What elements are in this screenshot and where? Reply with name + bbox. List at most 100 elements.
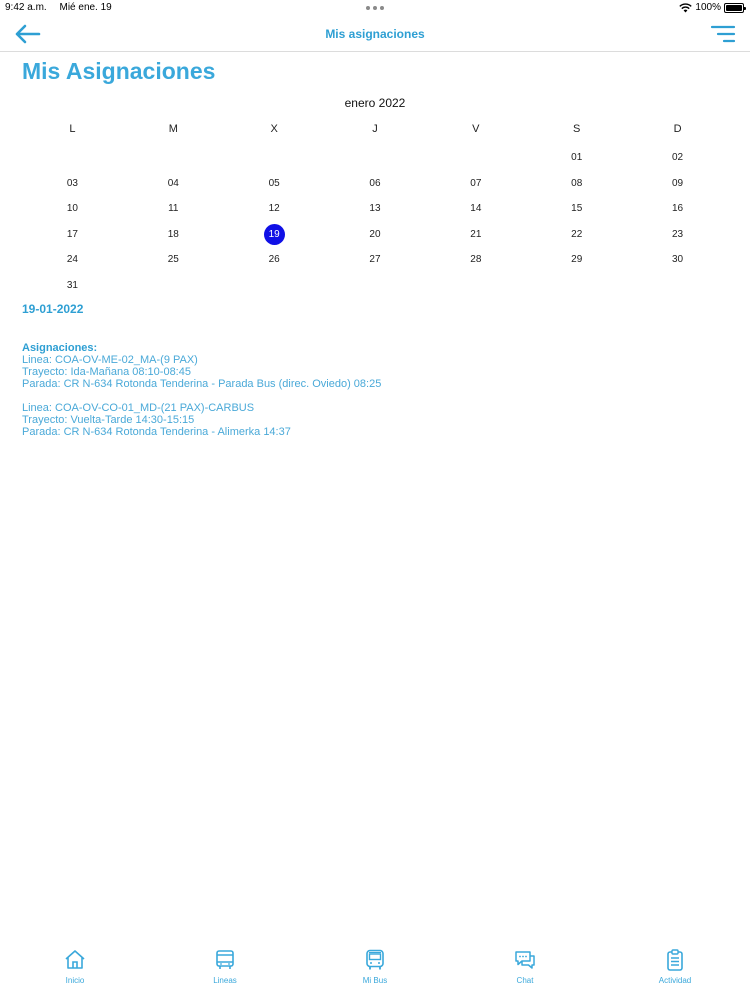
calendar-day[interactable]: 12 [224, 196, 325, 222]
calendar-day[interactable]: 14 [425, 196, 526, 222]
weekday-label: S [573, 123, 581, 135]
battery-icon [724, 2, 746, 13]
tab-actividad[interactable]: Actividad [600, 938, 750, 1000]
calendar-day-number: 13 [369, 203, 381, 215]
calendar-day[interactable]: 30 [627, 247, 728, 273]
multitasking-dots-icon[interactable] [366, 6, 384, 10]
calendar-day-number: 03 [66, 177, 78, 189]
calendar-day[interactable]: 31 [22, 273, 123, 299]
battery-percent: 100% [695, 2, 721, 13]
assignments-heading: Asignaciones: [22, 342, 98, 354]
navigation-bar: Mis asignaciones [0, 16, 750, 52]
tab-label: Inicio [65, 976, 85, 985]
calendar-day[interactable]: 26 [224, 247, 325, 273]
calendar: enero 2022 L M X J V S D 01 02 03 04 05 06 07 08 09 10 1… [22, 94, 728, 298]
calendar-day[interactable]: 28 [425, 247, 526, 273]
calendar-day-number: 05 [268, 177, 280, 189]
home-icon [65, 950, 85, 969]
calendar-day[interactable]: 17 [22, 222, 123, 248]
assignment-item: Linea: COA-OV-ME-02_MA-(9 PAX) Trayecto:… [22, 354, 722, 390]
calendar-day-number: 24 [66, 254, 78, 266]
calendar-day[interactable]: 21 [425, 222, 526, 248]
calendar-day[interactable]: 20 [325, 222, 426, 248]
calendar-day-number: 12 [268, 203, 280, 215]
calendar-day-number: 30 [672, 254, 684, 266]
calendar-day-number: 10 [66, 203, 78, 215]
calendar-day-number: 20 [369, 228, 381, 240]
calendar-day-number: 27 [369, 254, 381, 266]
calendar-empty-cell [224, 145, 325, 171]
calendar-empty-cell [425, 145, 526, 171]
calendar-day-number: 09 [672, 177, 684, 189]
calendar-day[interactable]: 06 [325, 171, 426, 197]
calendar-day-number: 22 [571, 228, 583, 240]
status-bar: 9:42 a.m. Mié ene. 19 100% [0, 0, 750, 16]
calendar-day[interactable]: 24 [22, 247, 123, 273]
tab-label: Lineas [213, 976, 237, 985]
assignment-parada: Parada: CR N-634 Rotonda Tenderina - Par… [22, 378, 382, 390]
tab-chat[interactable]: Chat [450, 938, 600, 1000]
calendar-day[interactable]: 03 [22, 171, 123, 197]
calendar-day[interactable]: 29 [526, 247, 627, 273]
calendar-day[interactable]: 16 [627, 196, 728, 222]
calendar-day-number: 16 [672, 203, 684, 215]
calendar-day-number: 19 [263, 223, 285, 245]
bus-stop-icon [216, 950, 234, 969]
calendar-day[interactable]: 10 [22, 196, 123, 222]
calendar-day[interactable]: 13 [325, 196, 426, 222]
tab-bar: Inicio Lineas Mi Bus Chat Actividad [0, 938, 750, 1000]
calendar-day-number: 07 [470, 177, 482, 189]
calendar-day-number: 14 [470, 203, 482, 215]
status-time: 9:42 a.m. [5, 2, 47, 13]
calendar-day-number: 25 [167, 254, 179, 266]
calendar-day[interactable]: 15 [526, 196, 627, 222]
calendar-day-number: 29 [571, 254, 583, 266]
calendar-day[interactable]: 22 [526, 222, 627, 248]
calendar-day[interactable]: 27 [325, 247, 426, 273]
calendar-day-number: 23 [672, 228, 684, 240]
calendar-day-number: 21 [470, 228, 482, 240]
calendar-day-number: 26 [268, 254, 280, 266]
tab-label: Mi Bus [362, 976, 388, 985]
calendar-day-number: 08 [571, 177, 583, 189]
weekday-label: M [168, 123, 178, 135]
selected-date: 19-01-2022 [22, 302, 84, 316]
page-title: Mis Asignaciones [22, 58, 216, 84]
assignment-trayecto: Trayecto: Ida-Mañana 08:10-08:45 [22, 366, 191, 378]
calendar-day[interactable]: 11 [123, 196, 224, 222]
calendar-day[interactable]: 09 [627, 171, 728, 197]
calendar-day-selected[interactable]: 19 [224, 222, 325, 248]
calendar-day[interactable]: 05 [224, 171, 325, 197]
calendar-empty-cell [325, 145, 426, 171]
calendar-day[interactable]: 04 [123, 171, 224, 197]
calendar-day-number: 06 [369, 177, 381, 189]
tab-mi-bus[interactable]: Mi Bus [300, 938, 450, 1000]
filter-menu-icon[interactable] [710, 22, 736, 46]
assignment-linea: Linea: COA-OV-CO-01_MD-(21 PAX)-CARBUS [22, 402, 255, 414]
calendar-empty-cell [123, 145, 224, 171]
calendar-day[interactable]: 01 [526, 145, 627, 171]
tab-label: Chat [516, 976, 534, 985]
calendar-day-number: 17 [66, 228, 78, 240]
calendar-day[interactable]: 18 [123, 222, 224, 248]
calendar-day[interactable]: 23 [627, 222, 728, 248]
wifi-icon [679, 2, 693, 12]
calendar-day-number: 15 [571, 203, 583, 215]
weekday-label: V [472, 123, 480, 135]
calendar-day-number: 04 [167, 177, 179, 189]
calendar-days-grid: 01 02 03 04 05 06 07 08 09 10 11 12 13 14 15 16 17 18 19 20… [22, 145, 728, 298]
assignments-list: Asignaciones: Linea: COA-OV-ME-02_MA-(9 … [22, 342, 722, 450]
calendar-day[interactable]: 07 [425, 171, 526, 197]
calendar-day-number: 28 [470, 254, 482, 266]
calendar-day[interactable]: 25 [123, 247, 224, 273]
status-date: Mié ene. 19 [59, 2, 112, 13]
nav-title: Mis asignaciones [325, 27, 425, 41]
assignment-linea: Linea: COA-OV-ME-02_MA-(9 PAX) [22, 354, 198, 366]
assignment-item: Linea: COA-OV-CO-01_MD-(21 PAX)-CARBUS T… [22, 402, 722, 438]
calendar-day[interactable]: 02 [627, 145, 728, 171]
tab-lineas[interactable]: Lineas [150, 938, 300, 1000]
weekday-label: D [673, 123, 682, 135]
calendar-day[interactable]: 08 [526, 171, 627, 197]
calendar-weekday-header: LMXJVSD [22, 120, 728, 138]
tab-inicio[interactable]: Inicio [0, 938, 150, 1000]
